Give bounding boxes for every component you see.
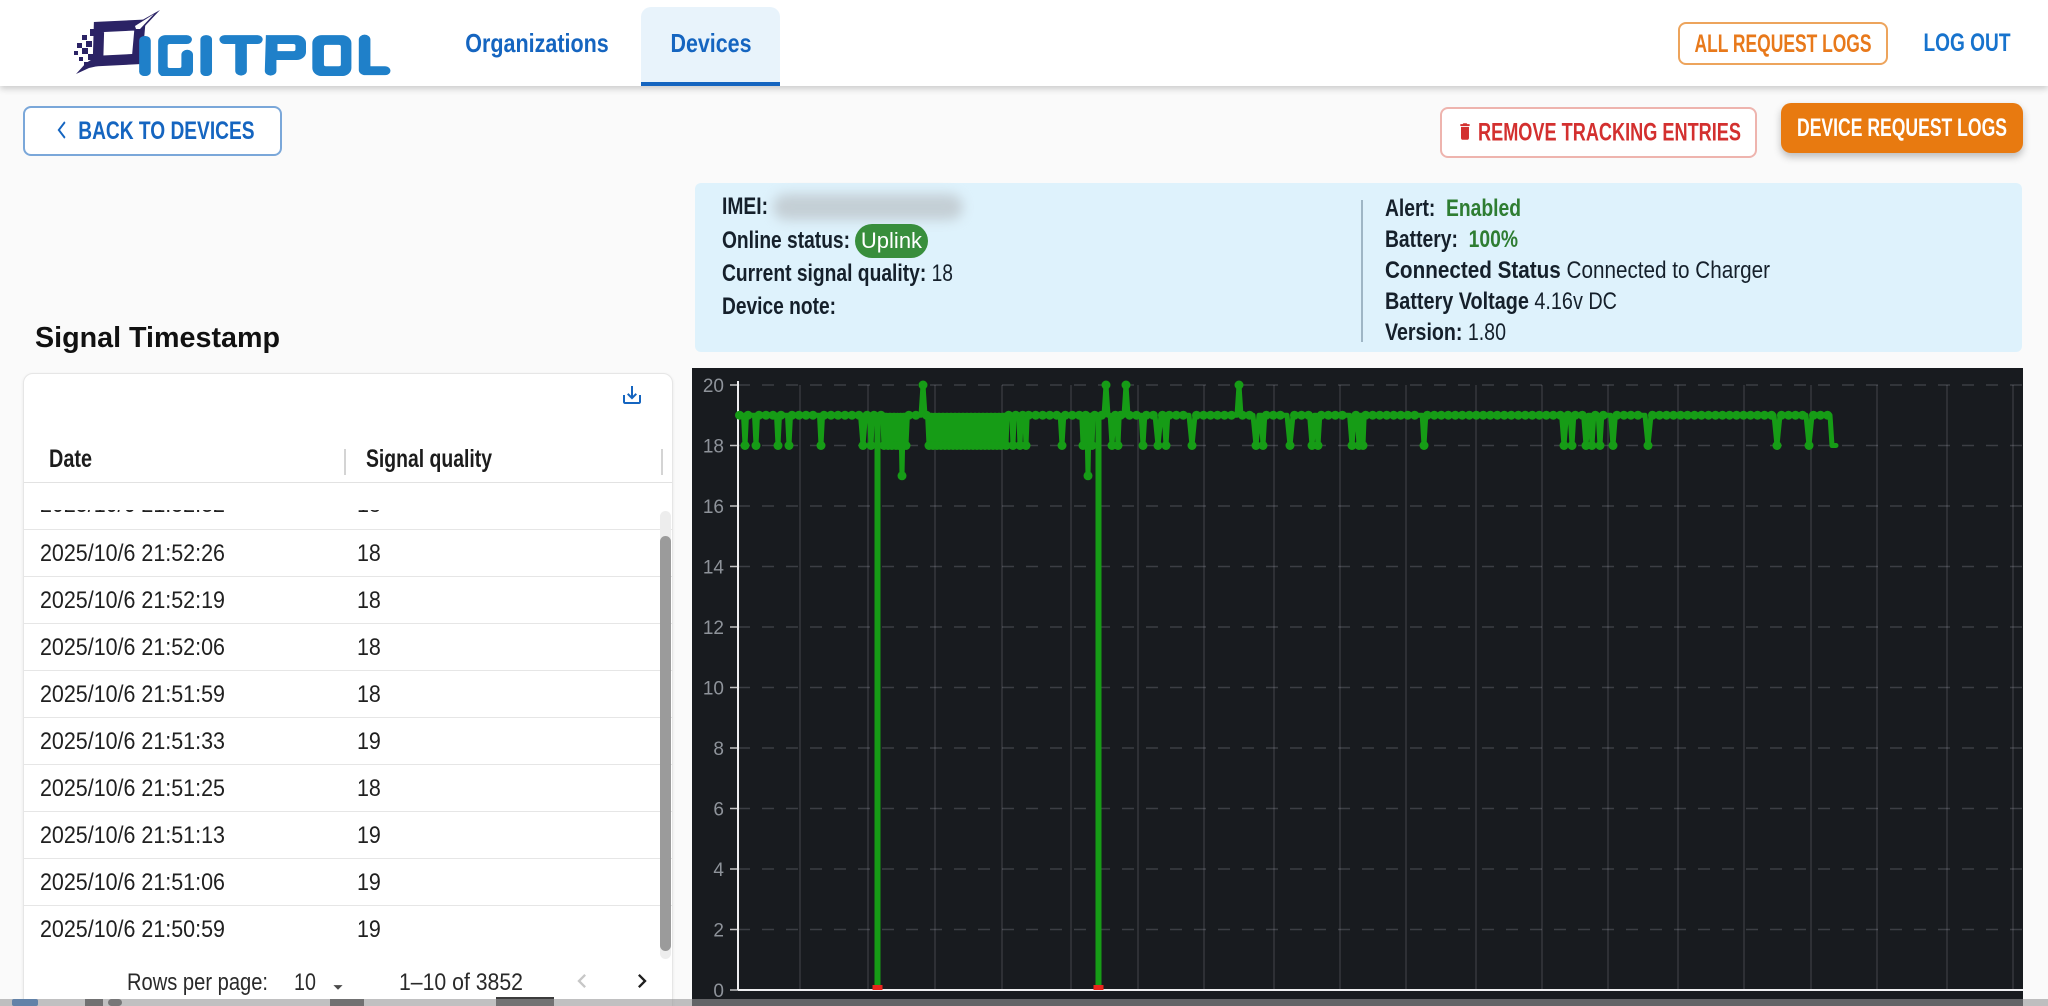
svg-text:10: 10 [703, 679, 724, 700]
svg-text:18: 18 [703, 437, 724, 458]
svg-text:6: 6 [713, 800, 724, 821]
svg-text:2: 2 [713, 921, 724, 942]
svg-text:14: 14 [703, 558, 725, 579]
svg-text:20: 20 [703, 376, 724, 397]
svg-text:16: 16 [703, 497, 724, 518]
svg-text:12: 12 [703, 618, 724, 639]
svg-text:8: 8 [713, 739, 724, 760]
svg-text:4: 4 [713, 860, 724, 881]
